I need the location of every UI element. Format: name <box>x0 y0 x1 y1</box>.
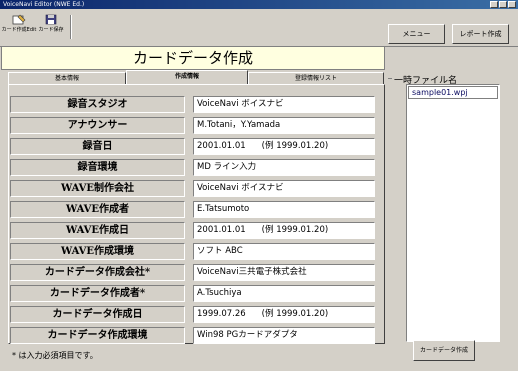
field-value: VoiceNavi三共電子株式会社 <box>197 267 307 277</box>
field-input[interactable]: VoiceNavi ボイスナビ <box>193 180 375 197</box>
toolbar: カード作成Edit カード保存 メニュー レポート作成 <box>0 9 518 47</box>
temp-file-list[interactable]: sample01.wpj <box>406 84 500 342</box>
field-label: カードデータ作成者* <box>10 285 185 302</box>
field-label: 録音環境 <box>10 159 185 176</box>
maximize-button[interactable] <box>499 1 507 8</box>
field-input[interactable]: A.Tsuchiya <box>193 285 375 302</box>
required-note: * は入力必須項目です。 <box>12 351 98 360</box>
list-item[interactable]: sample01.wpj <box>408 86 498 99</box>
window-title: VoiceNavi Editor (NWE Ed.) <box>3 1 85 8</box>
tab-creation-info[interactable]: 作成情報 <box>126 70 248 84</box>
field-value: ソフト ABC <box>197 246 243 256</box>
field-input[interactable]: VoiceNavi三共電子株式会社 <box>193 264 375 281</box>
field-example: (例 1999.01.20) <box>261 309 329 319</box>
field-input[interactable]: 2001.01.01 (例 1999.01.20) <box>193 138 375 155</box>
field-value: 2001.01.01 <box>197 141 246 151</box>
field-example: (例 1999.01.20) <box>261 141 329 151</box>
field-input[interactable]: 2001.01.01 (例 1999.01.20) <box>193 222 375 239</box>
field-example: (例 1999.01.20) <box>261 225 329 235</box>
field-input[interactable]: 1999.07.26 (例 1999.01.20) <box>193 306 375 323</box>
field-label: カードデータ作成環境 <box>10 327 185 344</box>
field-label: WAVE制作会社 <box>10 180 185 197</box>
card-edit-icon <box>12 14 26 25</box>
window-controls <box>490 1 516 8</box>
app-window: VoiceNavi Editor (NWE Ed.) カード作成Edit カード… <box>0 0 518 371</box>
card-save-button[interactable]: カード保存 <box>36 12 66 43</box>
field-label: WAVE作成日 <box>10 222 185 239</box>
field-value: M.Totani，Y.Yamada <box>197 120 281 130</box>
card-save-label: カード保存 <box>38 27 64 33</box>
close-button[interactable] <box>508 1 516 8</box>
field-input[interactable]: VoiceNavi ボイスナビ <box>193 96 375 113</box>
field-label: WAVE作成環境 <box>10 243 185 260</box>
field-input[interactable]: Win98 PGカードアダプタ <box>193 327 375 344</box>
menu-button[interactable]: メニュー <box>388 24 445 44</box>
tab-bar: 基本情報 作成情報 登録情報リスト <box>8 70 384 84</box>
create-card-data-button[interactable]: カードデータ作成 <box>413 340 475 361</box>
minimize-button[interactable] <box>490 1 498 8</box>
card-edit-button[interactable]: カード作成Edit <box>1 12 37 43</box>
field-value: MD ライン入力 <box>197 162 257 172</box>
field-label: カードデータ作成会社* <box>10 264 185 281</box>
field-label: アナウンサー <box>10 117 185 134</box>
field-value: A.Tsuchiya <box>197 288 242 298</box>
field-value: 2001.01.01 <box>197 225 246 235</box>
page-title: カードデータ作成 <box>1 46 385 70</box>
toolbar-separator <box>70 15 72 39</box>
field-input[interactable]: E.Tatsumoto <box>193 201 375 218</box>
field-value: VoiceNavi ボイスナビ <box>197 99 284 109</box>
tab-basic-info[interactable]: 基本情報 <box>8 72 126 84</box>
field-input[interactable]: M.Totani，Y.Yamada <box>193 117 375 134</box>
field-value: E.Tatsumoto <box>197 204 250 214</box>
field-value: 1999.07.26 <box>197 309 246 319</box>
field-value: VoiceNavi ボイスナビ <box>197 183 284 193</box>
field-label: 録音日 <box>10 138 185 155</box>
field-label: カードデータ作成日 <box>10 306 185 323</box>
report-button[interactable]: レポート作成 <box>452 24 509 44</box>
field-label: 録音スタジオ <box>10 96 185 113</box>
field-value: Win98 PGカードアダプタ <box>197 330 298 340</box>
card-edit-label: カード作成Edit <box>1 27 37 33</box>
tab-registration-list[interactable]: 登録情報リスト <box>248 72 384 84</box>
field-input[interactable]: MD ライン入力 <box>193 159 375 176</box>
field-label: WAVE作成者 <box>10 201 185 218</box>
save-icon <box>45 14 57 25</box>
field-input[interactable]: ソフト ABC <box>193 243 375 260</box>
title-bar: VoiceNavi Editor (NWE Ed.) <box>0 0 518 9</box>
